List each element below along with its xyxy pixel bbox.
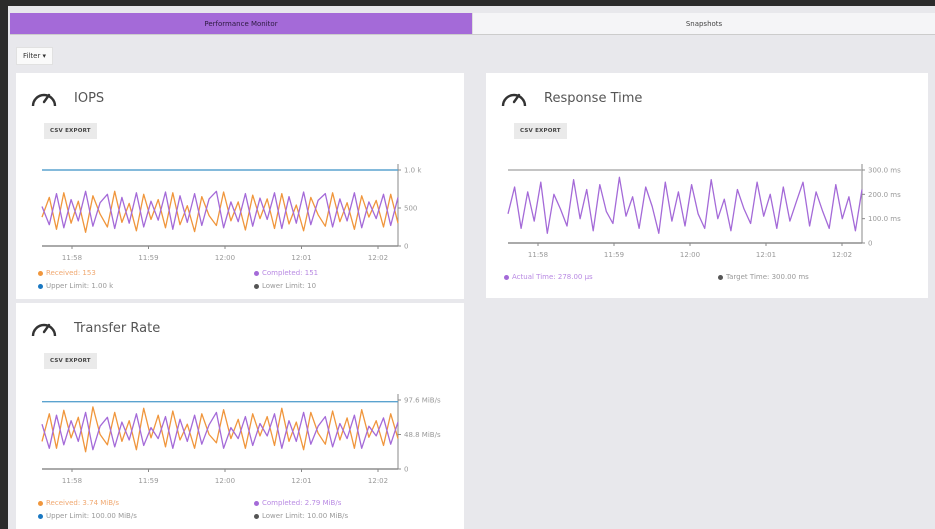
x-tick-label: 11:59 <box>138 477 158 485</box>
window-frame-top <box>0 0 935 6</box>
legend-received-label: Received: 153 <box>46 269 96 277</box>
legend-completed: Completed: 2.79 MiB/s <box>254 499 341 507</box>
x-tick-label: 11:59 <box>604 251 624 259</box>
legend-actual-label: Actual Time: 278.00 μs <box>512 273 593 281</box>
y-tick-label: 0 <box>404 466 408 474</box>
legend-completed-label: Completed: 151 <box>262 269 319 277</box>
legend-completed-label: Completed: 2.79 MiB/s <box>262 499 342 507</box>
transfer-rate-card: Transfer Rate CSV EXPORT 0 48.8 MiB/s 97.6… <box>16 303 464 529</box>
tab-snapshots[interactable]: Snapshots <box>472 13 935 34</box>
y-tick-label: 1.0 k <box>404 167 422 175</box>
x-tick-label: 11:58 <box>62 254 82 262</box>
x-tick-label: 12:02 <box>368 477 388 485</box>
x-tick-label: 11:58 <box>528 251 548 259</box>
y-tick-label: 0 <box>868 240 872 248</box>
legend-lower-label: Lower Limit: 10.00 MiB/s <box>262 512 349 520</box>
legend-completed: Completed: 151 <box>254 269 318 277</box>
x-tick-label: 12:01 <box>291 254 311 262</box>
x-tick-label: 11:58 <box>62 477 82 485</box>
legend-target-label: Target Time: 300.00 ms <box>726 273 809 281</box>
series-actual-time-line <box>507 176 863 234</box>
tab-performance-monitor[interactable]: Performance Monitor <box>10 13 472 34</box>
response-time-chart: 0 100.0 ms 200.0 ms 300.0 ms 11:58 11:59 12:00… <box>507 164 901 259</box>
legend-upper: Upper Limit: 1.00 k <box>38 282 113 290</box>
lower-dot-icon <box>254 513 259 519</box>
legend-received: Received: 153 <box>38 269 96 277</box>
legend-target: Target Time: 300.00 ms <box>718 273 809 281</box>
legend-upper-label: Upper Limit: 1.00 k <box>46 282 114 290</box>
legend-upper-label: Upper Limit: 100.00 MiB/s <box>46 512 137 520</box>
actual-dot-icon <box>504 274 509 280</box>
tab-bar: Performance Monitor Snapshots <box>10 13 935 35</box>
legend-upper: Upper Limit: 100.00 MiB/s <box>38 512 137 520</box>
legend-actual: Actual Time: 278.00 μs <box>504 273 593 281</box>
y-tick-label: 200.0 ms <box>868 191 901 199</box>
y-tick-label: 100.0 ms <box>868 215 901 223</box>
legend-received-label: Received: 3.74 MiB/s <box>46 499 120 507</box>
y-tick-label: 500 <box>404 205 417 213</box>
upper-dot-icon <box>38 513 43 519</box>
x-tick-label: 12:01 <box>291 477 311 485</box>
lower-dot-icon <box>254 283 259 289</box>
completed-dot-icon <box>254 270 259 276</box>
x-tick-label: 12:02 <box>368 254 388 262</box>
x-tick-label: 12:01 <box>756 251 776 259</box>
received-dot-icon <box>38 270 43 276</box>
legend-lower: Lower Limit: 10 <box>254 282 316 290</box>
completed-dot-icon <box>254 500 259 506</box>
legend-lower: Lower Limit: 10.00 MiB/s <box>254 512 348 520</box>
filter-dropdown-button[interactable]: Filter ▾ <box>16 47 54 65</box>
legend-received: Received: 3.74 MiB/s <box>38 499 119 507</box>
iops-chart: 0 500 1.0 k 11:58 11:59 12:00 12:01 12:02 <box>41 164 422 262</box>
transfer-rate-chart: 0 48.8 MiB/s 97.6 MiB/s 11:58 11:59 12:00 12:0… <box>41 394 441 485</box>
y-tick-label: 48.8 MiB/s <box>404 431 441 439</box>
received-dot-icon <box>38 500 43 506</box>
x-tick-label: 12:00 <box>680 251 700 259</box>
x-tick-label: 11:59 <box>138 254 158 262</box>
upper-dot-icon <box>38 283 43 289</box>
y-tick-label: 0 <box>404 243 408 251</box>
y-tick-label: 300.0 ms <box>868 167 901 175</box>
iops-card: IOPS CSV EXPORT 0 500 1.0 k 11:58 11:59 12:00… <box>16 73 464 299</box>
x-tick-label: 12:02 <box>832 251 852 259</box>
legend-lower-label: Lower Limit: 10 <box>262 282 317 290</box>
window-frame-left <box>0 0 8 529</box>
y-tick-label: 97.6 MiB/s <box>404 397 441 405</box>
x-tick-label: 12:00 <box>215 477 235 485</box>
response-time-card: Response Time CSV EXPORT 0 100.0 ms 200.0 … <box>486 73 928 298</box>
target-dot-icon <box>718 274 723 280</box>
x-tick-label: 12:00 <box>215 254 235 262</box>
